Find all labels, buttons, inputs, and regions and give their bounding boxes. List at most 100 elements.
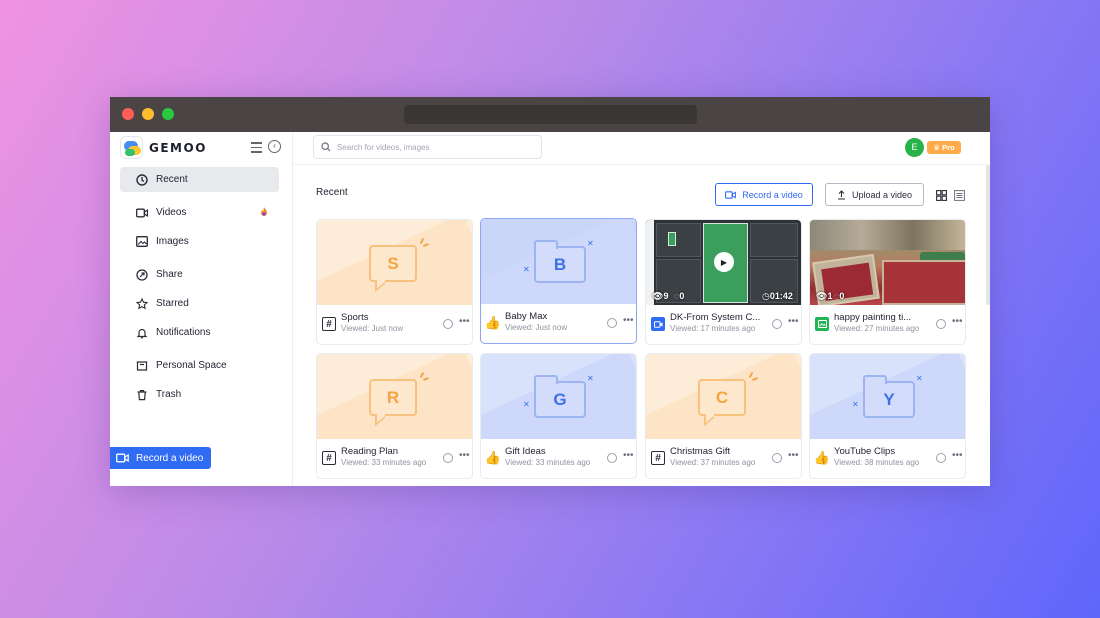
video-duration: ◷01:42 <box>762 291 793 301</box>
folder-icon: B <box>534 240 586 283</box>
file-card[interactable]: 👁1 ◌0 happy painting ti... Viewed: 27 mi… <box>809 219 966 345</box>
more-options-icon[interactable]: ••• <box>623 450 634 461</box>
card-viewed-time: Viewed: 33 minutes ago <box>341 458 427 467</box>
hashtag-icon: # <box>322 451 336 465</box>
record-video-button[interactable]: Record a video <box>715 183 813 206</box>
image-icon <box>136 236 148 248</box>
video-icon <box>725 190 737 199</box>
sidebar-item-starred[interactable]: Starred <box>120 291 279 316</box>
minimize-window-button[interactable] <box>142 108 154 120</box>
sidebar-item-videos[interactable]: Videos <box>120 200 279 225</box>
hashtag-icon: # <box>651 451 665 465</box>
collapse-sidebar-icon[interactable]: ‹ <box>268 140 281 153</box>
share-icon <box>136 268 148 281</box>
card-viewed-time: Viewed: Just now <box>505 323 568 332</box>
thumbs-up-icon: 👍 <box>484 315 502 330</box>
more-options-icon[interactable]: ••• <box>459 450 470 461</box>
close-window-button[interactable] <box>122 108 134 120</box>
card-title: Gift Ideas <box>505 446 546 457</box>
search-input[interactable]: Search for videos, images <box>313 135 542 159</box>
file-card[interactable]: R # Reading Plan Viewed: 33 minutes ago … <box>316 353 473 479</box>
sidebar-item-images[interactable]: Images <box>120 229 279 254</box>
more-options-icon[interactable]: ••• <box>788 316 799 327</box>
scrollbar[interactable] <box>986 165 990 305</box>
sidebar-item-share[interactable]: Share <box>120 262 279 287</box>
file-card[interactable]: G ✕ ✕ 👍 Gift Ideas Viewed: 33 minutes ag… <box>480 353 637 479</box>
grid-view-icon[interactable] <box>936 188 947 201</box>
card-title: YouTube Clips <box>834 446 896 457</box>
share-icon[interactable] <box>443 319 453 329</box>
play-icon[interactable]: ▶ <box>714 252 734 272</box>
card-title: DK-From System C... <box>670 312 761 323</box>
card-viewed-time: Viewed: 27 minutes ago <box>834 324 920 333</box>
file-card[interactable]: C # Christmas Gift Viewed: 37 minutes ag… <box>645 353 802 479</box>
view-count: 👁1 <box>816 291 833 301</box>
list-view-icon[interactable] <box>954 188 965 201</box>
clock-icon <box>136 173 148 186</box>
video-file-icon <box>651 317 665 331</box>
sparkle-icon <box>747 371 759 382</box>
card-viewed-time: Viewed: Just now <box>341 324 404 333</box>
share-icon[interactable] <box>772 319 782 329</box>
sparkle-icon <box>418 237 430 248</box>
video-icon <box>116 453 130 463</box>
share-icon[interactable] <box>936 319 946 329</box>
sidebar-item-trash[interactable]: Trash <box>120 382 279 407</box>
avatar[interactable]: E <box>905 138 924 157</box>
sparkle-icon: ✕ <box>587 374 594 383</box>
card-viewed-time: Viewed: 37 minutes ago <box>670 458 756 467</box>
sparkle-icon <box>418 371 430 382</box>
upload-icon <box>837 189 846 200</box>
brand-logo[interactable]: GEMOO ‹ <box>120 136 290 160</box>
sidebar-item-label: Share <box>156 269 183 280</box>
sparkle-icon: ✕ <box>523 265 530 274</box>
record-video-button-label: Record a video <box>742 189 803 200</box>
record-video-tab[interactable]: Record a video <box>110 447 211 469</box>
record-video-label: Record a video <box>136 452 204 464</box>
file-card[interactable]: ▶ 👁9 ◌0 ◷01:42 DK-From System C... Viewe… <box>645 219 802 345</box>
comment-count: ◌0 <box>674 291 685 301</box>
card-thumbnail: C <box>646 354 801 439</box>
flame-icon <box>258 206 270 221</box>
upload-video-button-label: Upload a video <box>851 189 913 200</box>
sidebar-item-notifications[interactable]: Notifications <box>120 320 279 345</box>
more-options-icon[interactable]: ••• <box>459 316 470 327</box>
bell-icon <box>136 327 148 339</box>
address-bar[interactable] <box>404 105 697 124</box>
header-divider <box>293 164 990 165</box>
card-thumbnail: ▶ 👁9 ◌0 ◷01:42 <box>646 220 801 305</box>
more-options-icon[interactable]: ••• <box>788 450 799 461</box>
file-card[interactable]: B ✕ ✕ 👍 Baby Max Viewed: Just now ••• <box>480 218 637 344</box>
upload-video-button[interactable]: Upload a video <box>825 183 924 206</box>
file-card[interactable]: Y ✕ ✕ 👍 YouTube Clips Viewed: 38 minutes… <box>809 353 966 479</box>
more-options-icon[interactable]: ••• <box>952 450 963 461</box>
maximize-window-button[interactable] <box>162 108 174 120</box>
sidebar-item-label: Notifications <box>156 327 211 338</box>
share-icon[interactable] <box>443 453 453 463</box>
sidebar-item-recent[interactable]: Recent <box>120 167 279 192</box>
share-icon[interactable] <box>936 453 946 463</box>
card-title: Christmas Gift <box>670 446 731 457</box>
share-icon[interactable] <box>607 318 617 328</box>
sparkle-icon: ✕ <box>916 374 923 383</box>
card-title: Reading Plan <box>341 446 399 457</box>
hashtag-icon: # <box>322 317 336 331</box>
crown-icon: ♛ <box>933 143 943 152</box>
thumbs-up-icon: 👍 <box>813 450 831 465</box>
thumbs-up-icon: 👍 <box>484 450 502 465</box>
more-options-icon[interactable]: ••• <box>952 316 963 327</box>
sidebar-item-personal-space[interactable]: Personal Space <box>120 353 279 378</box>
share-icon[interactable] <box>607 453 617 463</box>
pro-badge[interactable]: ♛ Pro <box>927 141 961 154</box>
gemoo-logo-icon <box>120 136 143 159</box>
menu-icon[interactable] <box>251 142 262 153</box>
sidebar-item-label: Personal Space <box>156 360 227 371</box>
chat-bubble-icon: C <box>698 379 746 416</box>
share-icon[interactable] <box>772 453 782 463</box>
file-card[interactable]: S # Sports Viewed: Just now ••• <box>316 219 473 345</box>
folder-icon: Y <box>863 375 915 418</box>
card-viewed-time: Viewed: 17 minutes ago <box>670 324 756 333</box>
more-options-icon[interactable]: ••• <box>623 315 634 326</box>
sparkle-icon: ✕ <box>523 400 530 409</box>
folder-icon: G <box>534 375 586 418</box>
